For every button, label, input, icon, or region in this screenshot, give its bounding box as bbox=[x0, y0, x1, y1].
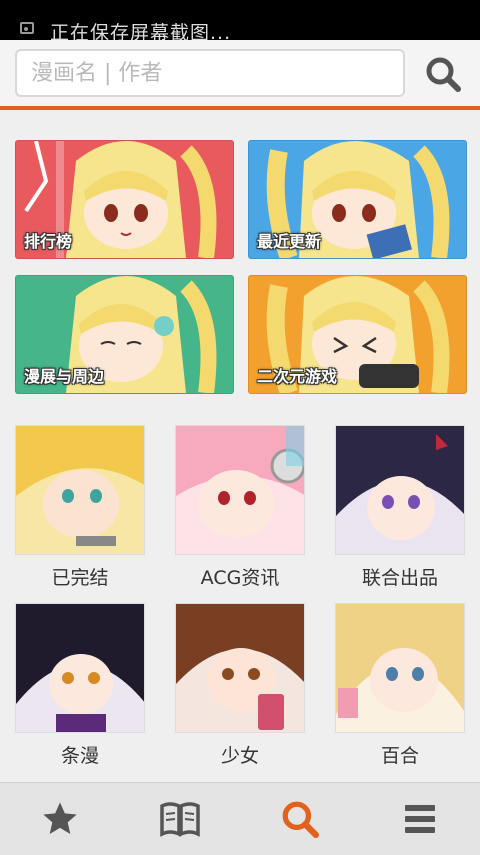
featured-label: 最近更新 bbox=[257, 232, 322, 251]
category-label: 已完结 bbox=[51, 567, 109, 589]
featured-label: 二次元游戏 bbox=[257, 367, 338, 386]
category-thumbnail bbox=[15, 603, 145, 733]
search-button[interactable] bbox=[418, 52, 468, 96]
category-strip-comics[interactable]: 条漫 bbox=[15, 603, 145, 768]
book-icon bbox=[160, 802, 200, 837]
featured-games[interactable]: 二次元游戏 bbox=[248, 275, 467, 394]
category-thumbnail bbox=[335, 425, 465, 555]
category-thumbnail bbox=[335, 603, 465, 733]
nav-menu[interactable] bbox=[360, 783, 480, 855]
screenshot-icon bbox=[20, 22, 34, 34]
nav-bookshelf[interactable] bbox=[120, 783, 240, 855]
menu-icon bbox=[405, 805, 435, 833]
category-joint-production[interactable]: 联合出品 bbox=[335, 425, 465, 590]
star-icon bbox=[43, 802, 77, 834]
search-input[interactable] bbox=[15, 49, 405, 97]
nav-search[interactable] bbox=[240, 783, 360, 855]
featured-label: 漫展与周边 bbox=[24, 367, 105, 386]
category-shoujo[interactable]: 少女 bbox=[175, 603, 305, 768]
category-acg-news[interactable]: ACG资讯 bbox=[175, 425, 305, 590]
category-thumbnail bbox=[175, 425, 305, 555]
category-label: 条漫 bbox=[60, 745, 99, 767]
search-icon bbox=[282, 801, 319, 838]
featured-ranking[interactable]: 排行榜 bbox=[15, 140, 234, 259]
category-label: 联合出品 bbox=[361, 567, 438, 589]
nav-favorites[interactable] bbox=[0, 783, 120, 855]
featured-conventions[interactable]: 漫展与周边 bbox=[15, 275, 234, 394]
category-yuri[interactable]: 百合 bbox=[335, 603, 465, 768]
category-completed[interactable]: 已完结 bbox=[15, 425, 145, 590]
bottom-nav bbox=[0, 782, 480, 855]
category-thumbnail bbox=[175, 603, 305, 733]
search-bar bbox=[0, 40, 480, 110]
search-icon bbox=[426, 57, 461, 92]
category-label: ACG资讯 bbox=[200, 567, 280, 589]
category-label: 少女 bbox=[220, 745, 259, 767]
category-thumbnail bbox=[15, 425, 145, 555]
featured-label: 排行榜 bbox=[24, 232, 73, 251]
status-bar: 正在保存屏幕截图... bbox=[0, 0, 480, 44]
category-label: 百合 bbox=[380, 745, 419, 767]
featured-recent-updates[interactable]: 最近更新 bbox=[248, 140, 467, 259]
